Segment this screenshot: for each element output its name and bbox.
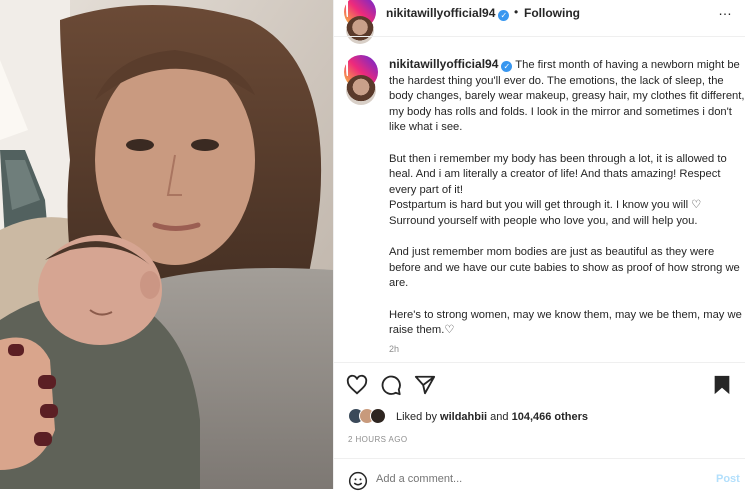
following-button[interactable]: Following [524, 6, 580, 20]
post-viewer: nikitawillyofficial94 ✓ • Following … nik… [0, 0, 745, 491]
comment-icon[interactable] [380, 374, 402, 396]
post-details-panel: nikitawillyofficial94 ✓ • Following … nik… [333, 0, 745, 491]
photo-illustration [0, 0, 333, 489]
post-comment-button[interactable]: Post [716, 473, 740, 485]
emoji-icon[interactable] [348, 471, 368, 491]
comment-bar: Post [334, 468, 745, 491]
post-header: nikitawillyofficial94 ✓ • Following … [334, 0, 745, 63]
likes-summary[interactable]: Liked by wildahbii and 104,466 others [396, 411, 588, 423]
likes-row: Liked by wildahbii and 104,466 others [348, 408, 743, 428]
caption-paragraph-5: Here's to strong women, may we know them… [389, 308, 742, 337]
caption-avatar[interactable] [344, 55, 378, 124]
caption-timestamp[interactable]: 2h [389, 344, 399, 354]
header-separator: • [514, 5, 519, 19]
caption-paragraph-3: Postpartum is hard but you will get thro… [389, 199, 702, 227]
post-photo[interactable] [0, 0, 333, 489]
caption-paragraph-1: nikitawillyofficial94 ✓ The first month o… [389, 57, 745, 134]
post-date[interactable]: 2 HOURS AGO [348, 435, 408, 444]
divider [334, 458, 745, 459]
verified-badge-icon: ✓ [498, 10, 510, 21]
caption-text: nikitawillyofficial94 ✓ The first month o… [389, 57, 745, 339]
share-icon[interactable] [414, 374, 436, 396]
liked-by-user[interactable]: wildahbii [440, 411, 487, 423]
caption-username[interactable]: nikitawillyofficial94 [389, 57, 498, 71]
comment-input[interactable] [376, 473, 696, 485]
caption-paragraph-2: But then i remember my body has been thr… [389, 152, 727, 196]
divider [334, 362, 745, 363]
header-avatar[interactable] [344, 0, 376, 63]
divider [334, 36, 745, 37]
bookmark-icon[interactable] [712, 374, 732, 396]
header-username[interactable]: nikitawillyofficial94 ✓ [386, 6, 510, 21]
heart-icon[interactable] [346, 374, 368, 396]
action-bar [334, 372, 745, 398]
caption-paragraph-4: And just remember mom bodies are just as… [389, 246, 740, 290]
more-options-icon[interactable]: … [718, 2, 733, 18]
liker-avatar [370, 408, 386, 424]
verified-badge-icon: ✓ [501, 61, 513, 72]
likes-count[interactable]: 104,466 others [512, 411, 588, 423]
